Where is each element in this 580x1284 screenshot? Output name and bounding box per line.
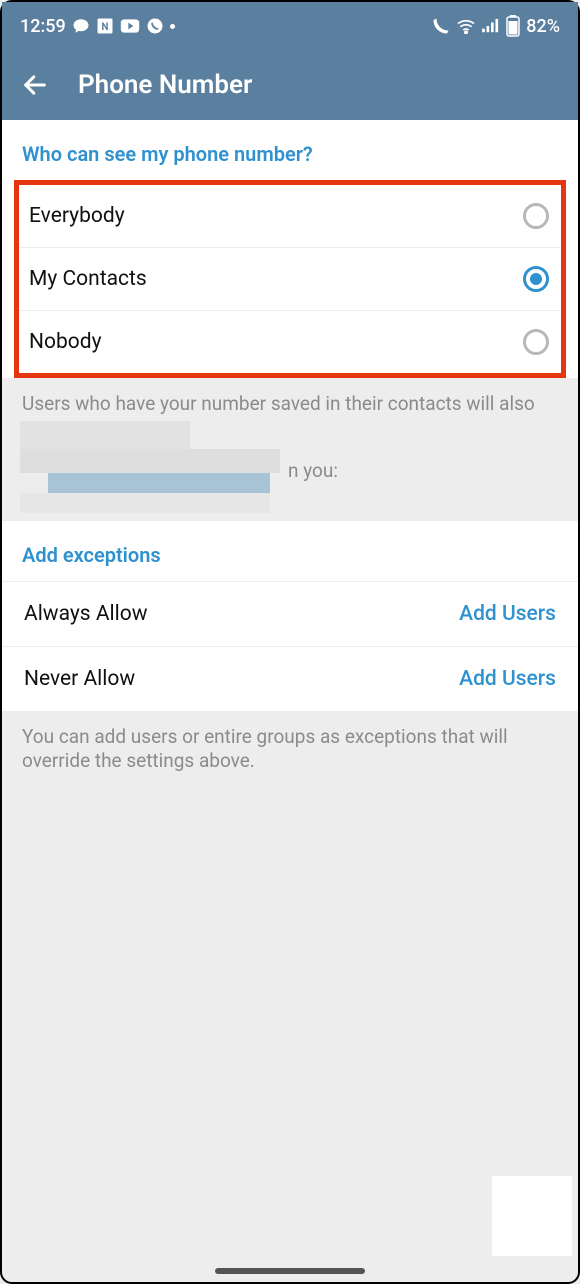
radio-label: Nobody [29,330,102,354]
radio-icon [523,329,549,355]
more-dot-icon [170,24,175,29]
status-right: 82% [432,15,560,37]
radio-icon [523,203,549,229]
radio-my-contacts[interactable]: My Contacts [19,247,561,310]
exception-label: Never Allow [24,667,135,691]
exceptions-section: Add exceptions Always Allow Add Users Ne… [2,521,578,711]
arrow-left-icon [21,71,49,99]
call-icon [432,17,450,35]
signal-icon [482,18,500,34]
exception-always-allow[interactable]: Always Allow Add Users [2,581,578,646]
app-bar: Phone Number [2,50,578,120]
exception-never-allow[interactable]: Never Allow Add Users [2,646,578,711]
phone-badge-icon [146,17,164,35]
white-patch [492,1176,572,1256]
visibility-desc-tail: n you: [288,459,338,482]
radio-label: My Contacts [29,267,147,291]
exceptions-header: Add exceptions [2,521,578,581]
app-icon: N [96,17,114,35]
back-button[interactable] [20,70,50,100]
radio-icon [523,266,549,292]
radio-label: Everybody [29,204,125,228]
radio-everybody[interactable]: Everybody [19,185,561,247]
visibility-desc: Users who have your number saved in thei… [2,378,578,421]
chat-icon [72,17,90,35]
visibility-section: Who can see my phone number? Everybody M… [2,120,578,378]
add-users-button[interactable]: Add Users [459,602,556,626]
visibility-header: Who can see my phone number? [2,120,578,180]
nav-handle[interactable] [215,1268,365,1274]
status-time: 12:59 [20,16,66,37]
wifi-icon [456,18,476,34]
add-users-button[interactable]: Add Users [459,667,556,691]
battery-text: 82% [526,16,560,37]
status-left: 12:59 N [20,16,175,37]
battery-icon [506,15,520,37]
youtube-icon [120,18,140,34]
redacted-area: n you: [2,421,578,521]
svg-text:N: N [101,22,108,33]
highlight-box: Everybody My Contacts Nobody [14,180,566,378]
radio-nobody[interactable]: Nobody [19,310,561,373]
page-title: Phone Number [78,70,252,100]
status-bar: 12:59 N 82% [2,2,578,50]
visibility-desc-text: Users who have your number saved in thei… [22,392,535,415]
exceptions-desc: You can add users or entire groups as ex… [2,711,578,790]
exception-label: Always Allow [24,602,148,626]
